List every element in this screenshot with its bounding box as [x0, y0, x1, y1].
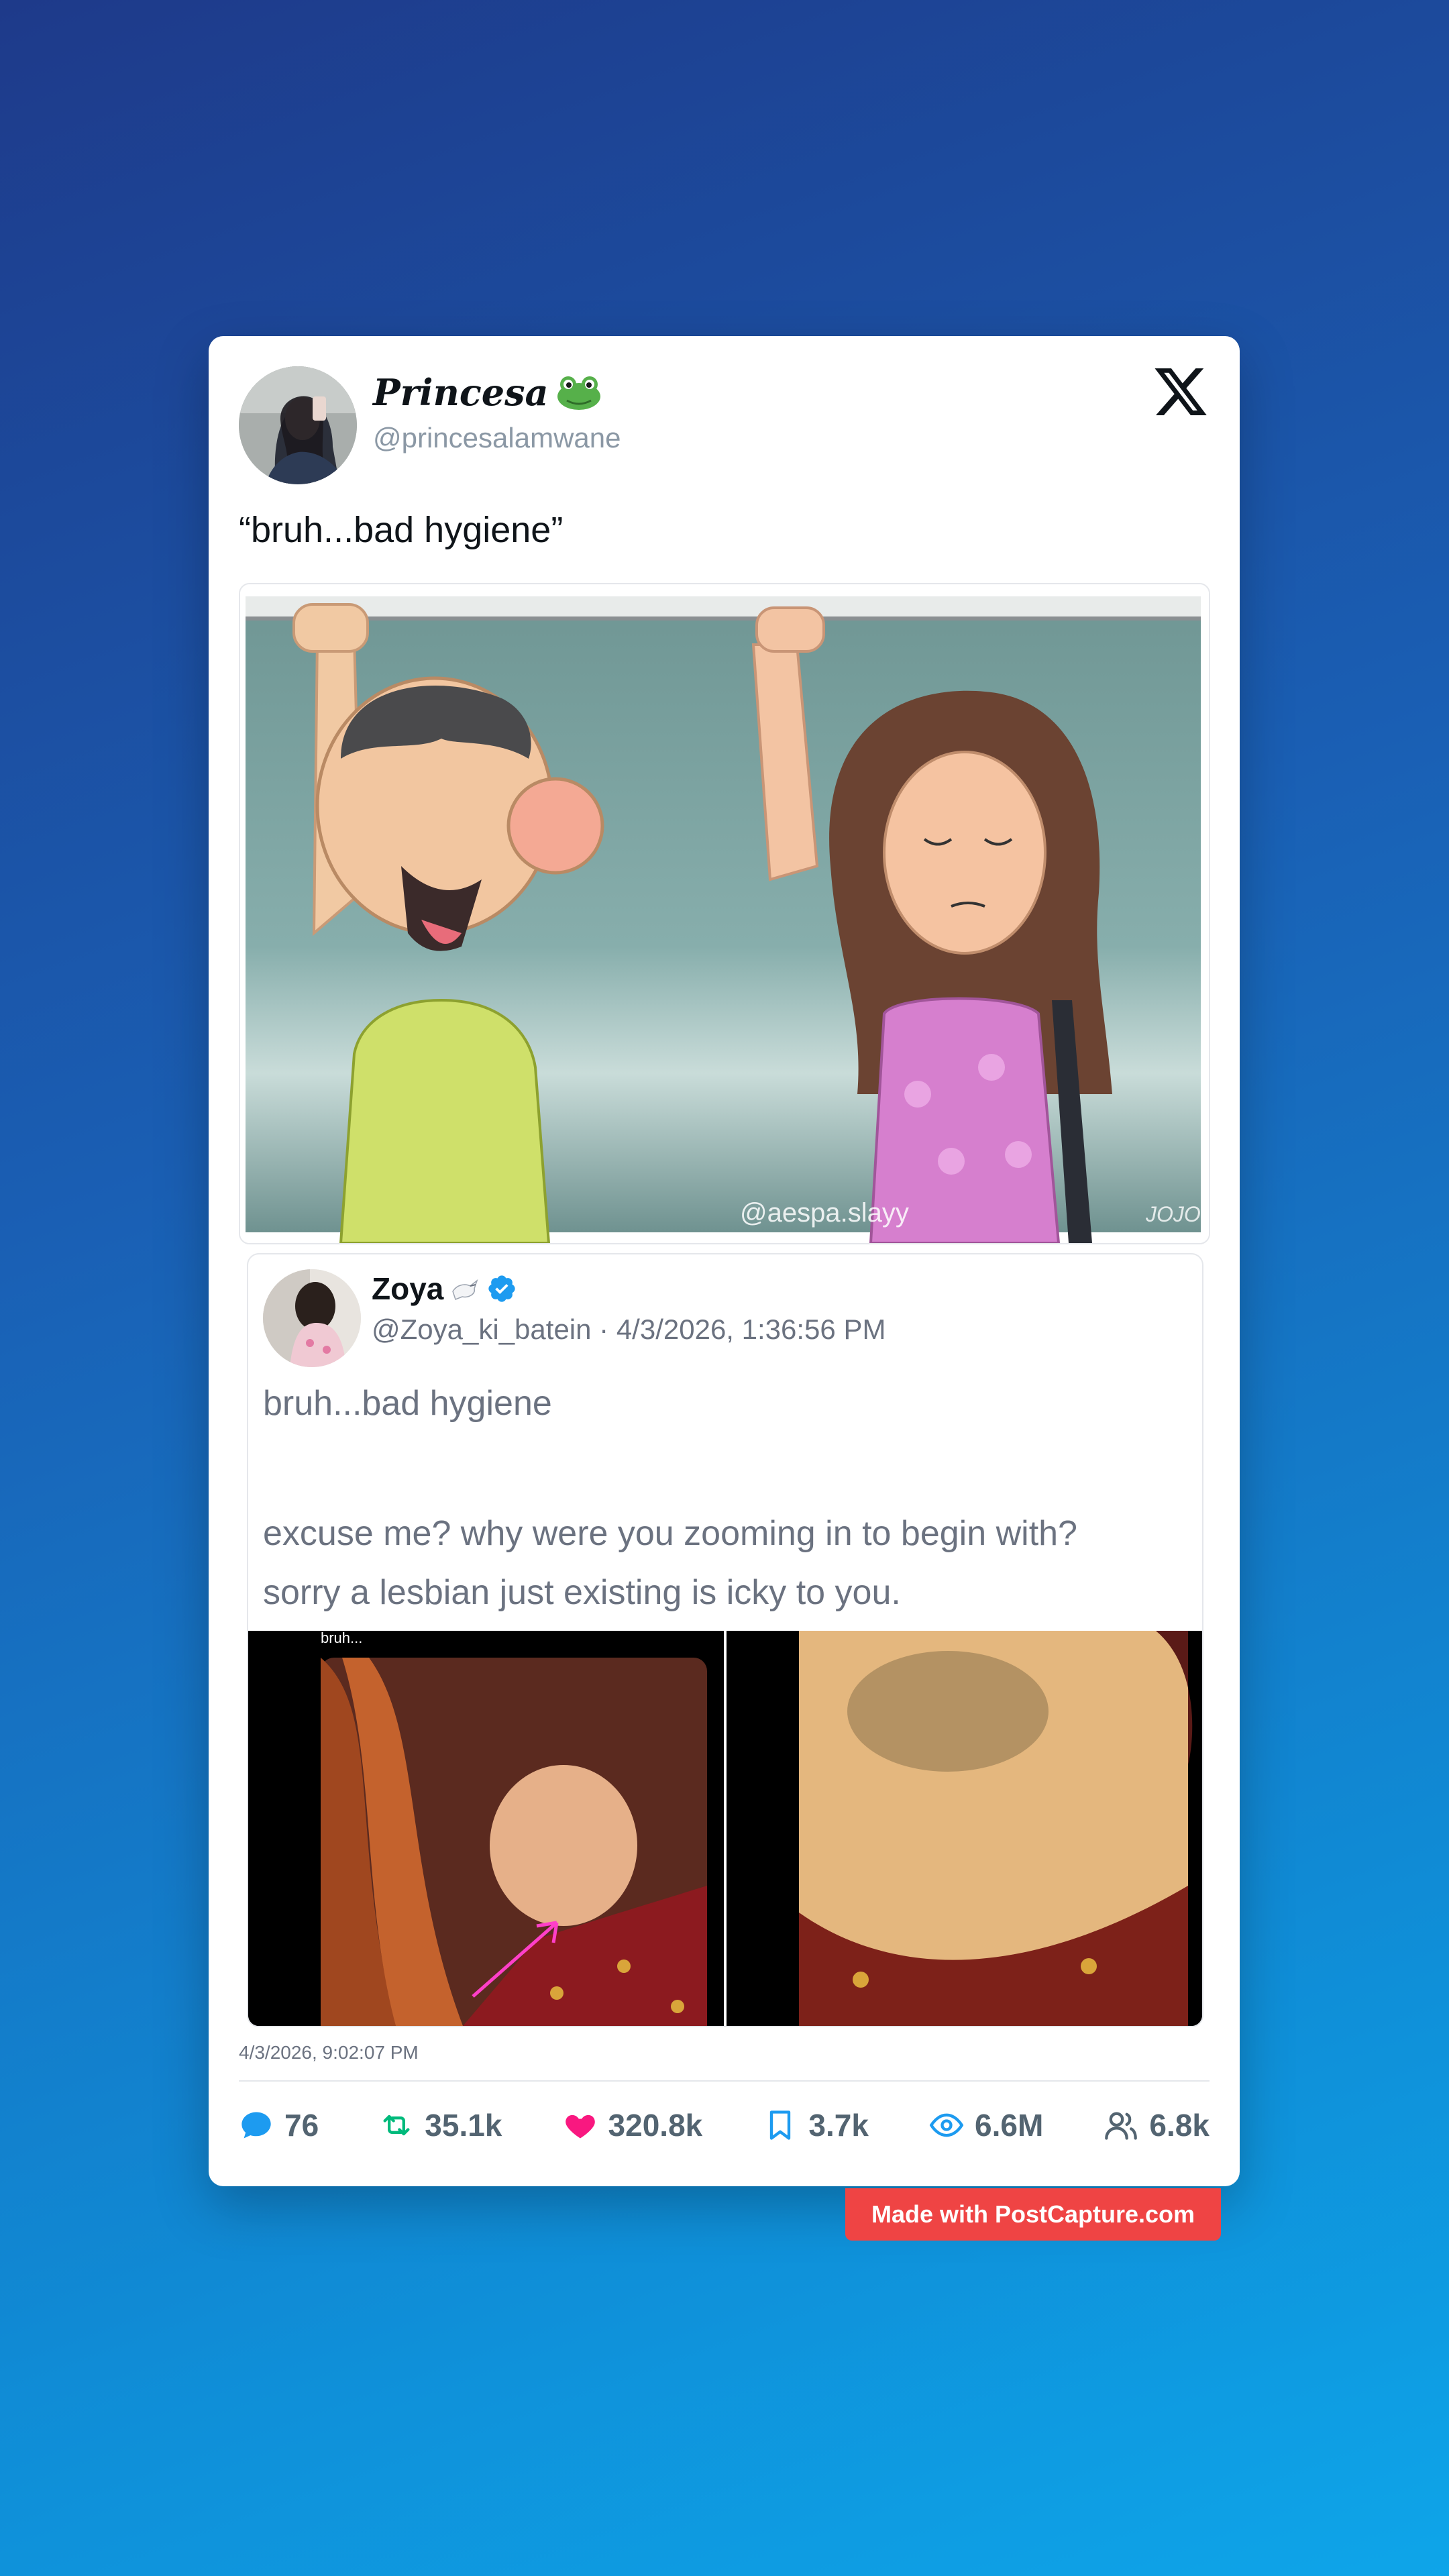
quoted-text-line2: excuse me? why were you zooming in to be… — [263, 1514, 1077, 1553]
frog-emoji-icon — [557, 376, 601, 410]
svg-text:JOJOS: JOJOS — [1145, 1202, 1209, 1226]
bookmark-stat[interactable]: 3.7k — [763, 2107, 869, 2143]
quoted-post[interactable]: Zoya @Zoya_ki_batein · 4/3/2026, 1:36:56… — [247, 1253, 1203, 2027]
postcapture-badge[interactable]: Made with PostCapture.com — [845, 2188, 1221, 2241]
views-count: 6.6M — [975, 2108, 1044, 2143]
bookmark-icon — [770, 2110, 791, 2140]
author-handle[interactable]: @princesalamwane — [373, 422, 621, 454]
quoted-text-body: excuse me? why were you zooming in to be… — [263, 1504, 1077, 1622]
followers-stat[interactable]: 6.8k — [1104, 2107, 1210, 2143]
dove-emoji-icon — [452, 1279, 478, 1300]
users-icon — [1105, 2112, 1138, 2140]
post-text: “bruh...bad hygiene” — [239, 510, 564, 550]
followers-count: 6.8k — [1149, 2108, 1210, 2143]
repost-stat[interactable]: 35.1k — [379, 2107, 502, 2143]
reply-stat[interactable]: 76 — [239, 2107, 319, 2143]
post-card: Princesa @princesalamwane “bruh...bad hy… — [209, 336, 1240, 2186]
stats-divider — [239, 2080, 1210, 2082]
heart-icon — [565, 2114, 595, 2139]
verified-badge-icon — [488, 1275, 516, 1302]
bookmark-count: 3.7k — [808, 2108, 869, 2143]
author-avatar[interactable] — [239, 366, 357, 484]
quoted-media-image-2[interactable] — [727, 1631, 1202, 2026]
quoted-author-avatar[interactable] — [263, 1269, 361, 1367]
like-count: 320.8k — [608, 2108, 703, 2143]
x-logo-icon[interactable] — [1152, 363, 1210, 421]
quoted-text-line1: bruh...bad hygiene — [263, 1384, 552, 1423]
views-stat[interactable]: 6.6M — [929, 2107, 1043, 2143]
eye-icon — [929, 2113, 964, 2137]
reply-bubble-icon — [241, 2112, 271, 2139]
quoted-media-caption: bruh... — [321, 1631, 362, 1646]
quoted-media: bruh... — [248, 1631, 1202, 2026]
quoted-author-name-text: Zoya — [372, 1271, 444, 1306]
repost-icon — [383, 2114, 410, 2136]
post-media-image[interactable]: @aespa.slayy JOJOS — [239, 583, 1210, 1244]
quoted-meta: @Zoya_ki_batein · 4/3/2026, 1:36:56 PM — [372, 1313, 886, 1345]
like-stat[interactable]: 320.8k — [563, 2107, 703, 2143]
repost-count: 35.1k — [425, 2108, 502, 2143]
quoted-text-line3: sorry a lesbian just existing is icky to… — [263, 1573, 901, 1612]
author-name-text: Princesa — [373, 371, 549, 414]
engagement-stats: 76 35.1k 320.8k 3.7k 6.6M 6.8k — [239, 2100, 1210, 2150]
author-display-name[interactable]: Princesa — [373, 371, 603, 414]
quoted-media-image-1[interactable]: bruh... — [248, 1631, 724, 2026]
reply-count: 76 — [284, 2108, 319, 2143]
post-timestamp: 4/3/2026, 9:02:07 PM — [239, 2042, 419, 2063]
media-watermark: @aespa.slayy — [740, 1198, 909, 1228]
quoted-author-name[interactable]: Zoya — [372, 1271, 517, 1307]
